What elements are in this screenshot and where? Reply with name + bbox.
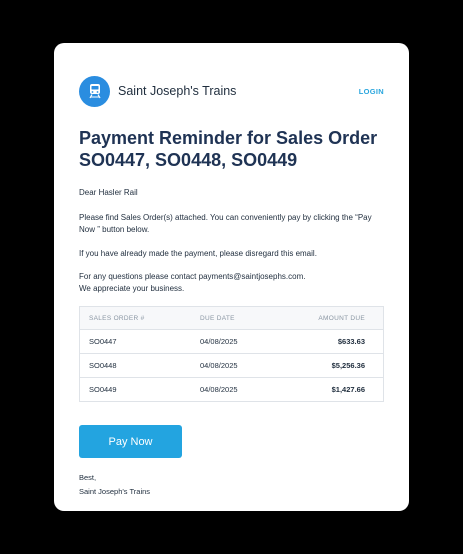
table-row: SO0447 04/08/2025 $633.63 [80, 330, 383, 354]
amount-cell: $5,256.36 [331, 361, 365, 370]
sales-order-table: SALES ORDER # DUE DATE AMOUNT DUE SO0447… [79, 306, 384, 402]
closing: Best, [79, 473, 97, 482]
pay-now-button[interactable]: Pay Now [79, 425, 182, 458]
amount-cell: $1,427.66 [331, 385, 365, 394]
login-link[interactable]: LOGIN [359, 87, 384, 96]
appreciation-line: We appreciate your business. [79, 284, 185, 293]
sales-order-cell: SO0448 [89, 361, 117, 370]
table-row: SO0448 04/08/2025 $5,256.36 [80, 354, 383, 378]
email-header: Saint Joseph's Trains LOGIN [79, 75, 384, 107]
signature-name: Saint Joseph's Trains [79, 487, 151, 496]
brand: Saint Joseph's Trains [79, 75, 237, 107]
col-sales-order: SALES ORDER # [89, 314, 145, 322]
greeting: Dear Hasler Rail [79, 188, 138, 197]
email-title: Payment Reminder for Sales Order SO0447,… [79, 128, 378, 170]
train-icon [79, 75, 110, 107]
questions-line: For any questions please contact payment… [79, 272, 306, 281]
disregard-note: If you have already made the payment, pl… [79, 249, 317, 258]
company-name: Saint Joseph's Trains [118, 84, 237, 98]
sales-order-cell: SO0449 [89, 385, 117, 394]
table-header: SALES ORDER # DUE DATE AMOUNT DUE [80, 307, 383, 330]
due-date-cell: 04/08/2025 [200, 337, 238, 346]
col-due-date: DUE DATE [200, 314, 235, 322]
sales-order-cell: SO0447 [89, 337, 117, 346]
due-date-cell: 04/08/2025 [200, 385, 238, 394]
table-row: SO0449 04/08/2025 $1,427.66 [80, 378, 383, 401]
due-date-cell: 04/08/2025 [200, 361, 238, 370]
attachment-note: Please find Sales Order(s) attached. You… [79, 213, 372, 234]
contact-note: For any questions please contact payment… [79, 271, 384, 295]
col-amount-due: AMOUNT DUE [318, 314, 365, 322]
signoff: Best, Saint Joseph's Trains [79, 471, 384, 499]
email-card: Saint Joseph's Trains LOGIN Payment Remi… [54, 43, 409, 511]
amount-cell: $633.63 [337, 337, 365, 346]
